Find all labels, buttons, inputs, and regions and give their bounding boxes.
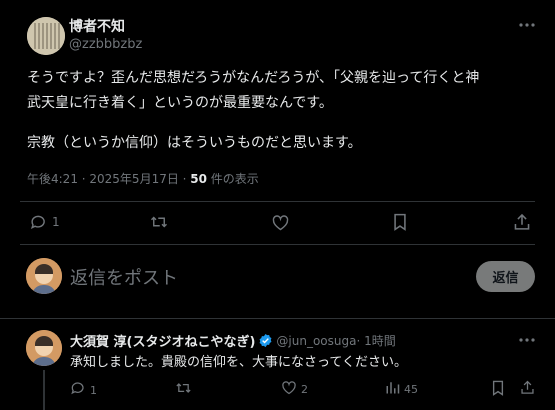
share-button[interactable]	[513, 212, 531, 231]
post-avatar[interactable]	[27, 17, 65, 55]
reply-count: 1	[52, 215, 60, 229]
views-icon	[385, 380, 400, 399]
share-icon	[513, 212, 531, 231]
post-meta: 午後4:21 · 2025年5月17日 · 50 件の表示	[27, 170, 259, 187]
bookmark-button[interactable]	[392, 213, 408, 231]
divider-top	[20, 201, 535, 202]
like-button[interactable]	[271, 214, 290, 231]
like-icon	[281, 380, 297, 399]
bookmark-icon	[392, 213, 408, 231]
reply-more-icon[interactable]	[519, 337, 535, 343]
more-icon[interactable]	[519, 22, 535, 28]
reply-thread-line	[43, 370, 45, 410]
reply-display-name[interactable]: 大須賀 淳(スタジオねこやなぎ)	[70, 331, 255, 350]
divider-actions	[20, 244, 535, 245]
post-text-line1: そうですよ？歪んだ思想だろうがなんだろうが、「父親を辿って行くと神	[27, 70, 480, 86]
reply-header: 大須賀 淳(スタジオねこやなぎ) @jun_oosuga · 1時間	[70, 331, 396, 351]
share-icon	[520, 380, 535, 399]
reply-views-button[interactable]: 45	[385, 380, 418, 399]
reply-share-button[interactable]	[520, 379, 535, 399]
post-handle[interactable]: @zzbbbzbz	[69, 37, 142, 52]
retweet-button[interactable]	[149, 213, 169, 231]
reply-submit-button[interactable]: 返信	[476, 261, 535, 292]
reply-text: 承知しました。貴殿の信仰を、大事になさってください。	[70, 355, 407, 370]
like-icon	[271, 214, 290, 231]
reply-icon	[29, 213, 48, 231]
reply-reply-button[interactable]: 1	[70, 380, 97, 400]
reply-reply-count: 1	[90, 383, 97, 397]
reply-view-count: 45	[404, 383, 418, 396]
reply-avatar[interactable]	[26, 330, 62, 366]
bookmark-icon	[491, 380, 505, 400]
reply-retweet-button[interactable]	[175, 380, 192, 400]
reply-button[interactable]: 1	[29, 213, 60, 231]
reply-time[interactable]: · 1時間	[356, 332, 395, 349]
retweet-icon	[149, 213, 169, 231]
retweet-icon	[175, 381, 192, 400]
reply-bookmark-button[interactable]	[491, 380, 505, 400]
divider-composer	[0, 318, 555, 319]
reply-handle[interactable]: @jun_oosuga	[276, 334, 356, 348]
reply-like-button[interactable]: 2	[281, 380, 308, 399]
post-text-line2: 武天皇に行き着く」というのが最重要なんです。	[27, 95, 333, 111]
post-view-suffix: 件の表示	[206, 172, 259, 186]
post-text-line3: 宗教（というか信仰）はそういうものだと思います。	[27, 135, 362, 151]
reply-like-count: 2	[301, 383, 308, 396]
composer-avatar	[26, 258, 62, 294]
reply-input[interactable]: 返信をポスト	[70, 264, 178, 290]
verified-badge-icon	[258, 333, 273, 348]
post-display-name[interactable]: 博者不知	[69, 16, 125, 36]
reply-icon	[70, 380, 86, 400]
post-view-count: 50	[190, 172, 207, 186]
post-timestamp[interactable]: 午後4:21 · 2025年5月17日 ·	[27, 172, 190, 186]
